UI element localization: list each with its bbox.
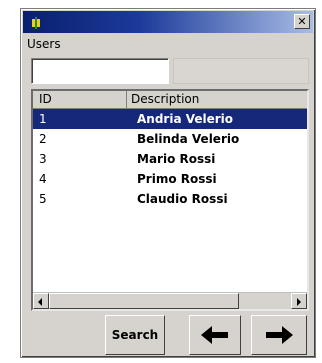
table-row[interactable]: 4 Primo Rossi bbox=[33, 169, 307, 189]
users-label: Users bbox=[27, 37, 61, 51]
column-header-description[interactable]: Description bbox=[127, 91, 307, 108]
cell-id: 2 bbox=[39, 132, 47, 146]
scroll-left-button[interactable] bbox=[33, 293, 49, 309]
scroll-left-arrow-icon bbox=[38, 298, 42, 306]
scroll-right-button[interactable] bbox=[291, 293, 307, 309]
table-row-selected[interactable]: 1 Andria Velerio bbox=[33, 109, 307, 129]
cell-description: Andria Velerio bbox=[137, 112, 234, 126]
grid-rows: 1 Andria Velerio 2 Belinda Velerio 3 Mar… bbox=[33, 109, 307, 209]
grid-header: ID Description bbox=[33, 91, 307, 109]
cell-description: Mario Rossi bbox=[137, 152, 216, 166]
cell-description: Primo Rossi bbox=[137, 172, 217, 186]
horizontal-scrollbar[interactable] bbox=[33, 292, 307, 309]
arrow-right-icon bbox=[266, 326, 293, 344]
arrow-left-icon bbox=[201, 326, 228, 344]
cell-id: 1 bbox=[39, 112, 47, 126]
cell-description: Claudio Rossi bbox=[137, 192, 228, 206]
close-button[interactable]: ✕ bbox=[294, 14, 310, 29]
app-icon bbox=[29, 15, 43, 29]
users-grid[interactable]: ID Description 1 Andria Velerio 2 Belind… bbox=[31, 89, 309, 311]
cell-id: 4 bbox=[39, 172, 47, 186]
scroll-thumb[interactable] bbox=[49, 293, 239, 309]
search-button[interactable]: Search bbox=[105, 315, 165, 355]
title-bar[interactable]: ✕ bbox=[23, 11, 313, 33]
cell-description: Belinda Velerio bbox=[137, 132, 240, 146]
table-row[interactable]: 2 Belinda Velerio bbox=[33, 129, 307, 149]
previous-button[interactable] bbox=[189, 315, 241, 355]
cell-id: 3 bbox=[39, 152, 47, 166]
table-row[interactable]: 5 Claudio Rossi bbox=[33, 189, 307, 209]
scroll-right-arrow-icon bbox=[297, 298, 301, 306]
search-input[interactable] bbox=[31, 58, 169, 84]
next-button[interactable] bbox=[251, 315, 307, 355]
search-button-label: Search bbox=[111, 328, 159, 342]
cell-id: 5 bbox=[39, 192, 47, 206]
input-side-panel bbox=[173, 58, 309, 84]
close-icon: ✕ bbox=[297, 15, 307, 28]
table-row[interactable]: 3 Mario Rossi bbox=[33, 149, 307, 169]
column-header-id[interactable]: ID bbox=[33, 91, 127, 108]
users-window: ✕ Users ID Description 1 Andria Velerio … bbox=[20, 8, 316, 358]
